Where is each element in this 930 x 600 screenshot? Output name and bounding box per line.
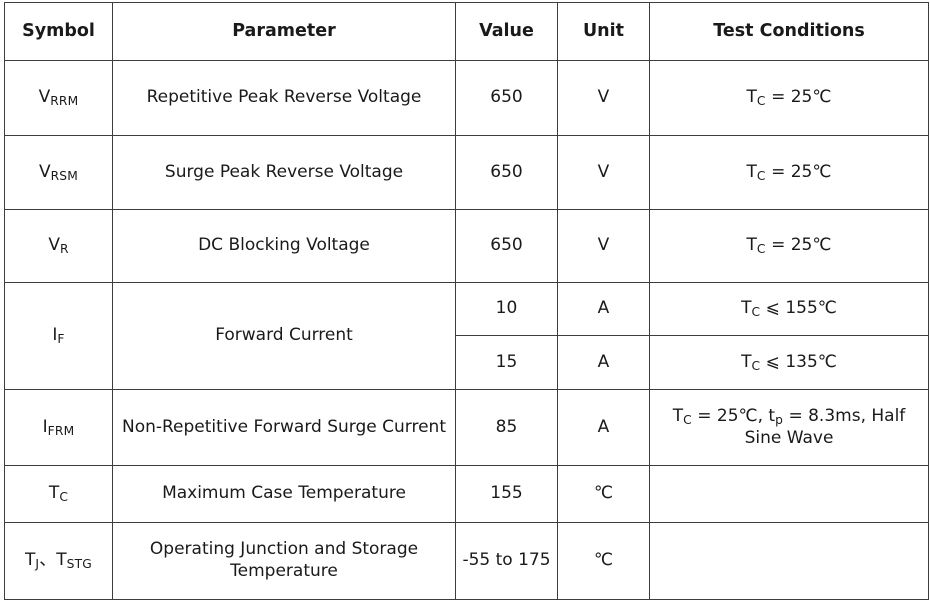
symbol-cell: IFRM bbox=[4, 389, 113, 466]
symbol-cell: IF bbox=[4, 282, 113, 390]
condition-symbol: T bbox=[672, 405, 684, 426]
condition-text: = 25℃ bbox=[765, 87, 832, 108]
table-row: IF Forward Current 10 A TC ⩽ 155℃ bbox=[4, 282, 929, 390]
test-conditions-cell bbox=[649, 465, 929, 523]
unit-cell: V bbox=[557, 209, 650, 283]
unit-cell: ℃ bbox=[557, 522, 650, 600]
parameter-cell: Surge Peak Reverse Voltage bbox=[112, 135, 456, 210]
table-row: VR DC Blocking Voltage 650 V TC = 25℃ bbox=[4, 209, 929, 283]
symbol-separator: 、 bbox=[39, 550, 57, 571]
symbol-subscript: RRM bbox=[50, 94, 79, 109]
symbol-subscript: R bbox=[59, 242, 69, 257]
value-cell: 10 bbox=[455, 282, 558, 336]
table-body: VRRM Repetitive Peak Reverse Voltage 650… bbox=[4, 60, 929, 600]
symbol-subscript: F bbox=[57, 332, 65, 347]
symbol-main: T bbox=[25, 550, 36, 571]
parameter-cell: DC Blocking Voltage bbox=[112, 209, 456, 283]
parameter-cell: Maximum Case Temperature bbox=[112, 465, 456, 523]
condition-subscript: C bbox=[756, 168, 766, 183]
condition-subscript: C bbox=[756, 94, 766, 109]
value-cell: 15 bbox=[455, 335, 558, 390]
value-cell: 155 bbox=[455, 465, 558, 523]
condition-subscript-2: p bbox=[775, 412, 784, 427]
symbol-cell: TC bbox=[4, 465, 113, 523]
table-row: VRSM Surge Peak Reverse Voltage 650 V TC… bbox=[4, 135, 929, 210]
symbol-subscript: FRM bbox=[47, 423, 75, 438]
symbol-cell: VR bbox=[4, 209, 113, 283]
table-row: TJ、TSTG Operating Junction and Storage T… bbox=[4, 522, 929, 600]
table-row: VRRM Repetitive Peak Reverse Voltage 650… bbox=[4, 60, 929, 136]
unit-cell: A bbox=[557, 389, 650, 466]
symbol-cell: VRSM bbox=[4, 135, 113, 210]
condition-subscript: C bbox=[683, 412, 692, 427]
datasheet-ratings-table-page: Symbol Parameter Value Unit Test Conditi… bbox=[0, 0, 930, 600]
value-cell: 650 bbox=[455, 135, 558, 210]
unit-cell: A bbox=[557, 282, 650, 336]
condition-subscript: C bbox=[756, 242, 766, 257]
symbol-main: V bbox=[38, 87, 51, 108]
unit-cell: ℃ bbox=[557, 465, 650, 523]
condition-symbol: T bbox=[741, 298, 752, 319]
value-cell: -55 to 175 bbox=[455, 522, 558, 600]
column-header-test-conditions: Test Conditions bbox=[649, 2, 929, 61]
value-cell: 650 bbox=[455, 209, 558, 283]
unit-cell: V bbox=[557, 60, 650, 136]
test-conditions-cell: TC = 25℃ bbox=[649, 60, 929, 136]
column-header-value: Value bbox=[455, 2, 558, 61]
condition-text: = 25℃ bbox=[765, 161, 832, 182]
unit-cell: A bbox=[557, 335, 650, 390]
condition-symbol: T bbox=[746, 161, 757, 182]
symbol-main-2: T bbox=[56, 550, 67, 571]
table-header-row: Symbol Parameter Value Unit Test Conditi… bbox=[4, 2, 929, 61]
symbol-main: T bbox=[48, 483, 60, 504]
symbol-main: I bbox=[42, 416, 48, 437]
condition-symbol: T bbox=[741, 351, 752, 372]
symbol-cell: VRRM bbox=[4, 60, 113, 136]
symbol-subscript-2: STG bbox=[66, 557, 92, 572]
symbol-main: V bbox=[48, 235, 60, 256]
condition-text: ⩽ 135℃ bbox=[760, 351, 837, 372]
test-conditions-cell: TC ⩽ 155℃ bbox=[649, 282, 929, 336]
parameter-cell: Repetitive Peak Reverse Voltage bbox=[112, 60, 456, 136]
condition-symbol: T bbox=[746, 87, 757, 108]
value-cell: 85 bbox=[455, 389, 558, 466]
symbol-subscript: C bbox=[59, 490, 69, 505]
condition-text: = 25℃ bbox=[765, 235, 832, 256]
symbol-subscript: RSM bbox=[50, 168, 79, 183]
condition-text: ⩽ 155℃ bbox=[760, 298, 837, 319]
test-conditions-cell: TC = 25℃ bbox=[649, 209, 929, 283]
symbol-main: V bbox=[38, 161, 51, 182]
condition-symbol: T bbox=[746, 235, 757, 256]
symbol-subscript: J bbox=[35, 557, 40, 572]
condition-subscript: C bbox=[751, 358, 761, 373]
test-conditions-cell bbox=[649, 522, 929, 600]
parameter-cell: Forward Current bbox=[112, 282, 456, 390]
value-cell: 650 bbox=[455, 60, 558, 136]
unit-cell: V bbox=[557, 135, 650, 210]
absolute-maximum-ratings-table: Symbol Parameter Value Unit Test Conditi… bbox=[4, 2, 929, 600]
test-conditions-cell: TC = 25℃ bbox=[649, 135, 929, 210]
column-header-symbol: Symbol bbox=[4, 2, 113, 61]
table-header: Symbol Parameter Value Unit Test Conditi… bbox=[4, 2, 929, 61]
column-header-unit: Unit bbox=[557, 2, 650, 61]
condition-text: = 25℃, t bbox=[691, 405, 776, 426]
column-header-parameter: Parameter bbox=[112, 2, 456, 61]
condition-subscript: C bbox=[751, 305, 761, 320]
test-conditions-cell: TC ⩽ 135℃ bbox=[649, 335, 929, 390]
symbol-cell: TJ、TSTG bbox=[4, 522, 113, 600]
parameter-cell: Non-Repetitive Forward Surge Current bbox=[112, 389, 456, 466]
table-row: TC Maximum Case Temperature 155 ℃ bbox=[4, 465, 929, 523]
test-conditions-cell: TC = 25℃, tp = 8.3ms, Half Sine Wave bbox=[649, 389, 929, 466]
table-row: IFRM Non-Repetitive Forward Surge Curren… bbox=[4, 389, 929, 466]
parameter-cell: Operating Junction and Storage Temperatu… bbox=[112, 522, 456, 600]
